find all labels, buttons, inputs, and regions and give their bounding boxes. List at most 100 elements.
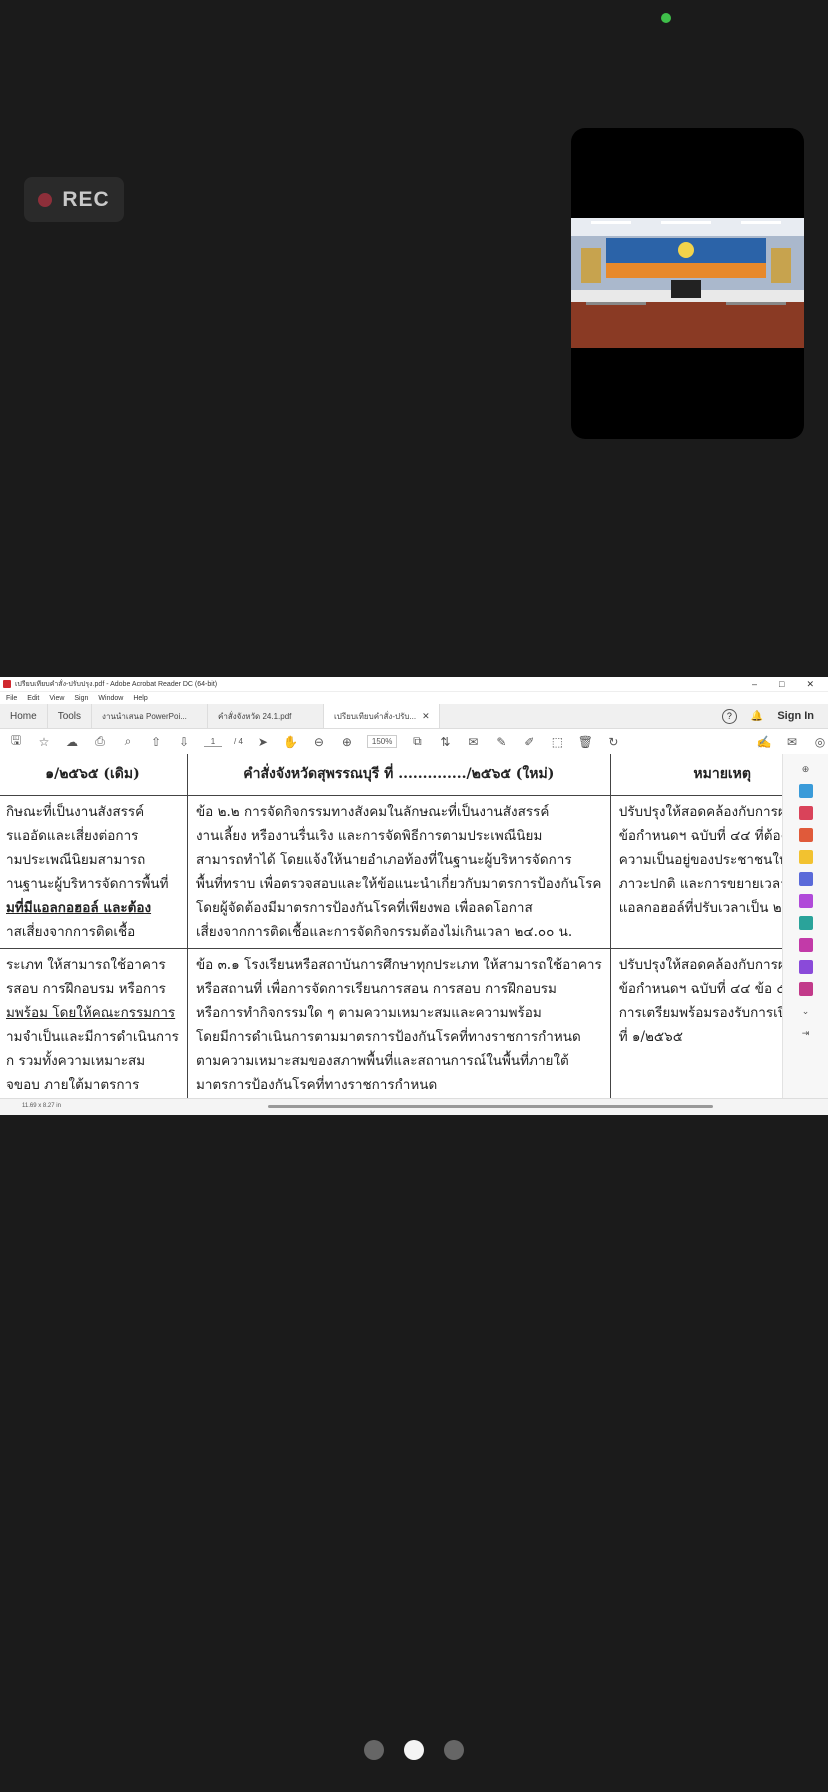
previous-page-icon[interactable]: ⇧ [148,734,164,750]
mail-icon[interactable]: ✉ [784,734,800,750]
comment-tool-icon[interactable] [798,850,813,864]
text-line: ที่ ๑/๒๕๖๕ [618,1029,683,1045]
zoom-level-select[interactable]: 150% [366,735,398,748]
text-line: แอลกอฮอล์ที่ปรับเวลาเป็น ๒๔.๐๐ [618,900,782,916]
screen-pager [0,1740,828,1760]
page-count: / 4 [234,737,243,746]
doc-tab-active[interactable]: เปรียบเทียบคำสั่ง-ปรับ... ✕ [324,704,441,728]
text-line: รแออัดและเสี่ยงต่อการ [6,828,139,844]
zoom-tool-icon[interactable]: ⊕ [799,762,813,776]
enhance-scans-icon[interactable] [798,916,813,930]
note-text-cell: ปรับปรุงให้สอดคล้องกับการผ่อนคล ข้อกำหนด… [609,795,782,949]
fit-page-icon[interactable]: ⧉ [409,734,425,750]
pager-dot[interactable] [444,1740,464,1760]
stamp-icon[interactable]: ⬚ [549,734,565,750]
protect-icon[interactable] [798,960,813,974]
tools-right-rail: ⊕ ⌄ ⇥ [782,754,828,1098]
pager-dot[interactable] [364,1740,384,1760]
header-old: ๑/๒๕๖๕ (เดิม) [0,754,188,796]
search-icon[interactable]: ⌕ [120,734,136,750]
doc-tab-label: งานนำเสนอ PowerPoi... [102,711,187,721]
window-title: เปรียบเทียบคำสั่ง-ปรับปรุง.pdf - Adobe A… [15,680,218,688]
text-line: มที่มีแอลกอฮอล์ และต้อง [6,900,152,916]
next-page-icon[interactable]: ⇩ [176,734,192,750]
horizontal-scrollbar[interactable] [268,1105,713,1108]
hand-tool-icon[interactable]: ✋ [283,734,299,750]
menu-view[interactable]: View [49,695,64,702]
text-line: ความเป็นอยู่ของประชาชนให้ใกล้เคี [618,852,782,868]
comment-icon[interactable]: ✉ [465,734,481,750]
close-tab-icon[interactable]: ✕ [422,711,430,722]
combine-files-icon[interactable] [798,872,813,886]
record-dot-icon [38,192,53,207]
fill-sign-tool-icon[interactable] [798,938,813,952]
menu-help[interactable]: Help [133,695,147,702]
print-icon[interactable]: ⎙ [92,734,108,750]
text-line: มพร้อม โดยให้คณะกรรมการ [6,1005,176,1021]
text-line: านฐานะผู้บริหารจัดการพื้นที่ [6,876,169,892]
text-line: ข้อ ๓.๑ โรงเรียนหรือสถาบันการศึกษาทุกประ… [195,957,602,973]
bookmark-star-icon[interactable]: ☆ [36,734,52,750]
zoom-out-icon[interactable]: ⊖ [311,734,327,750]
menu-window[interactable]: Window [98,695,123,702]
header-new: คำสั่งจังหวัดสุพรรณบุรี ที่ ............… [186,754,611,796]
delete-icon[interactable]: 🗑 [577,734,593,750]
text-line: กิษณะที่เป็นงานสังสรรค์ [6,804,145,820]
sign-in-button[interactable]: Sign In [777,710,814,722]
collapse-panel-icon[interactable]: ⇥ [799,1026,813,1040]
menu-sign[interactable]: Sign [74,695,88,702]
text-line: ภาวะปกติ และการขยายเวลาควบคุ [618,876,782,892]
header-note: หมายเหตุ [609,754,782,796]
menu-edit[interactable]: Edit [27,695,39,702]
conference-room-video [571,218,804,348]
organize-pages-icon[interactable] [798,806,813,820]
doc-tab[interactable]: งานนำเสนอ PowerPoi... [92,704,209,728]
scroll-mode-icon[interactable]: ⇅ [437,734,453,750]
create-pdf-icon[interactable] [798,784,813,798]
text-line: งานเลี้ยง หรืองานรื่นเริง และการจัดพิธีก… [195,828,543,844]
save-icon[interactable]: 🖫 [8,733,24,750]
table-row: ระเภท ให้สามารถใช้อาคาร รสอบ การฝึกอบรม … [0,948,782,1098]
pdf-document-view[interactable]: ๑/๒๕๖๕ (เดิม) คำสั่งจังหวัดสุพรรณบุรี ที… [0,754,782,1098]
status-bar: 11.69 x 8.27 in [0,1098,828,1115]
zoom-in-icon[interactable]: ⊕ [339,734,355,750]
edit-pdf-icon[interactable] [798,894,813,908]
text-line: ปรับปรุงให้สอดคล้องกับการผ่อนคล [618,957,782,973]
highlight-pen-icon[interactable]: ✎ [493,734,509,750]
acrobat-window: เปรียบเทียบคำสั่ง-ปรับปรุง.pdf - Adobe A… [0,677,828,1115]
text-line: การเตรียมพร้อมรองรับการเปิดภาค [618,1005,782,1021]
text-line: จขอบ ภายใต้มาตรการ [6,1077,140,1093]
participant-video-tile[interactable] [571,128,804,439]
tab-tools[interactable]: Tools [48,704,93,728]
more-tools-icon[interactable] [798,982,813,996]
text-line: ข้อ ๒.๒ การจัดกิจกรรมทางสังคมในลักษณะที่… [195,804,550,820]
minimize-button[interactable]: – [752,679,757,690]
chevron-expand-icon[interactable]: ⌄ [799,1004,813,1018]
account-icon[interactable]: ◎ [812,734,828,750]
text-line: ข้อกำหนดฯ ฉบับที่ ๔๔ ข้อ ๕ [618,981,782,997]
maximize-button[interactable]: □ [779,679,784,690]
acrobat-app-icon [3,680,11,688]
rotate-icon[interactable]: ↻ [605,734,621,750]
text-line: หรือสถานที่ เพื่อการจัดการเรียนการสอน กา… [195,981,557,997]
upload-cloud-icon[interactable]: ☁ [64,734,80,750]
doc-tab-label: เปรียบเทียบคำสั่ง-ปรับ... [334,711,417,721]
help-icon[interactable]: ? [721,708,737,724]
pager-dot-active[interactable] [404,1740,424,1760]
select-cursor-icon[interactable]: ➤ [255,734,271,750]
recording-label: REC [62,187,110,211]
close-window-button[interactable]: ✕ [806,679,814,690]
menu-file[interactable]: File [6,695,17,702]
tab-home[interactable]: Home [0,704,48,728]
fill-sign-icon[interactable]: ✍ [756,734,772,750]
text-line: ระเภท ให้สามารถใช้อาคาร [6,957,166,973]
note-text-cell: ปรับปรุงให้สอดคล้องกับการผ่อนคล ข้อกำหนด… [609,948,782,1098]
notification-bell-icon[interactable]: 🔔 [751,711,763,722]
main-toolbar: 🖫 ☆ ☁ ⎙ ⌕ ⇧ ⇩ 1 / 4 ➤ ✋ ⊖ ⊕ 150% ⧉ ⇅ ✉ ✎… [0,729,828,755]
page-number-input[interactable]: 1 [204,737,222,747]
menu-bar: File Edit View Sign Window Help [0,692,828,704]
doc-tab[interactable]: คำสั่งจังหวัด 24.1.pdf [208,704,325,728]
draw-icon[interactable]: ✐ [521,734,537,750]
old-text-cell: กิษณะที่เป็นงานสังสรรค์ รแออัดและเสี่ยงต… [0,795,188,949]
export-pdf-icon[interactable] [798,828,813,842]
